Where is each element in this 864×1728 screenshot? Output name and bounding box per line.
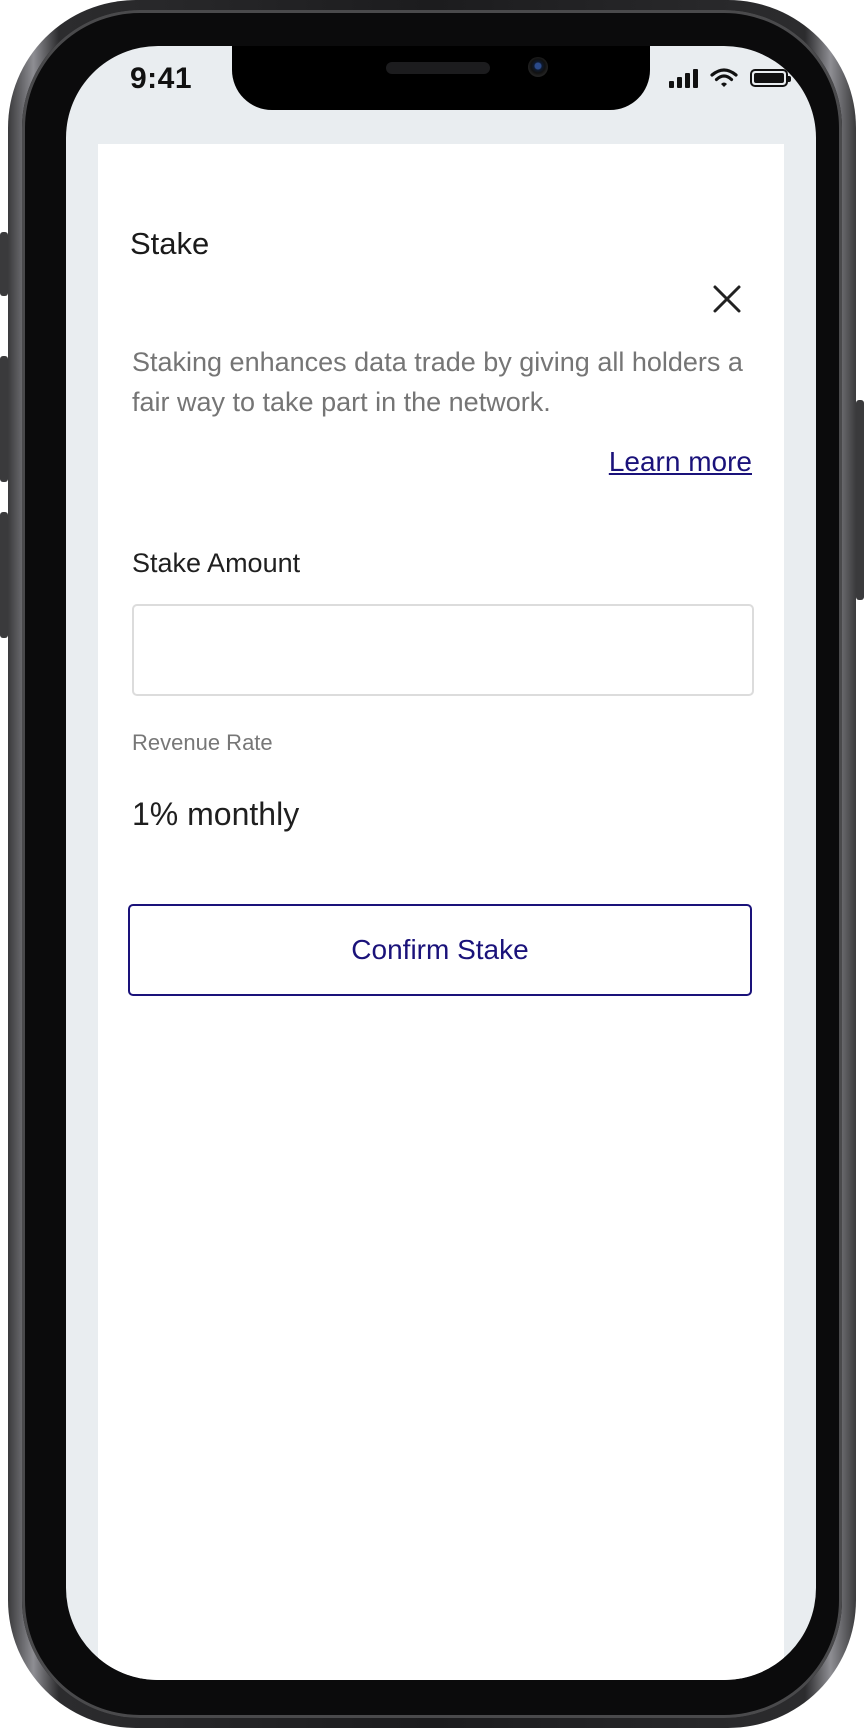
learn-more-link[interactable]: Learn more — [609, 446, 752, 478]
front-camera — [528, 57, 548, 77]
battery-icon — [750, 69, 791, 87]
stake-description: Staking enhances data trade by giving al… — [132, 347, 743, 417]
earpiece-speaker — [386, 62, 490, 74]
revenue-rate-value: 1% monthly — [132, 796, 300, 832]
phone-screen: 9:41 Stake Staking enhances data trade b… — [66, 46, 816, 1680]
status-time: 9:41 — [130, 62, 193, 95]
volume-down-button — [0, 512, 8, 638]
silent-switch — [0, 232, 8, 296]
cellular-signal-icon — [669, 68, 698, 88]
status-icons — [669, 68, 791, 88]
close-icon — [713, 285, 741, 313]
revenue-rate-label: Revenue Rate — [132, 730, 273, 755]
phone-frame: 9:41 Stake Staking enhances data trade b… — [0, 0, 864, 1728]
power-button — [856, 400, 864, 600]
modal-title: Stake — [130, 226, 210, 261]
wifi-icon — [710, 68, 738, 87]
battery-level — [754, 73, 784, 83]
volume-up-button — [0, 356, 8, 482]
stake-amount-input[interactable] — [132, 604, 754, 696]
notch — [232, 46, 650, 110]
stake-amount-label: Stake Amount — [132, 548, 301, 578]
close-button[interactable] — [712, 284, 742, 314]
stake-modal: Stake Staking enhances data trade by giv… — [98, 144, 784, 1680]
confirm-stake-button[interactable]: Confirm Stake — [128, 904, 752, 996]
